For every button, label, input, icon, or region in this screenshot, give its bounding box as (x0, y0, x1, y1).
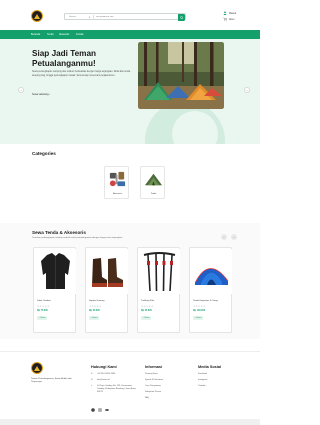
category-label: Tenda (150, 193, 157, 195)
products-next-button[interactable]: › (231, 234, 237, 240)
product-price: Rp 100.000 (193, 310, 206, 312)
social-link[interactable]: Instagram (198, 379, 207, 382)
accessories-icon (109, 171, 126, 187)
hero-next-arrow[interactable]: › (244, 87, 250, 93)
rating-stars: ★★★★★ (37, 305, 50, 308)
search-button[interactable] (178, 14, 185, 21)
info-link[interactable]: Syarat & Ketentuan (145, 379, 163, 382)
rating-stars: ★★★★★ (89, 305, 102, 308)
add-to-cart-button[interactable]: + Sewa (89, 316, 99, 320)
products-subtitle: Temukan perlengkapan outdoor terbaik unt… (32, 237, 123, 239)
product-card[interactable]: Jaket Outdoor ★★★★★ Rp 75.000 + Sewa (33, 247, 76, 333)
product-price: Rp 75.000 (37, 310, 48, 312)
footer-logo[interactable] (31, 362, 43, 374)
phone-icon: ✆ (91, 373, 93, 375)
contact-phone[interactable]: +62 812-3456-7890 (97, 373, 115, 376)
main-nav: Beranda Tenda Aksesoris Kontak (0, 30, 260, 39)
info-title: Informasi (145, 365, 163, 369)
jacket-image (35, 249, 76, 294)
brand-logo[interactable] (31, 10, 43, 22)
footer-bottom-bar (0, 419, 260, 425)
add-to-cart-button[interactable]: + Sewa (37, 316, 47, 320)
product-name: Sepatu Gunung (89, 300, 105, 302)
chevron-down-icon: ▾ (89, 15, 91, 19)
nav-item-home[interactable]: Beranda (31, 33, 40, 36)
hero-description: Sewa perlengkapan camping dan outdoor be… (32, 71, 131, 77)
product-name: Trekking Pole (141, 300, 155, 302)
search-category-select[interactable]: Semua (69, 16, 76, 18)
hero-title: Siap Jadi Teman Petualanganmu! (32, 49, 122, 68)
user-icon[interactable] (223, 11, 227, 15)
add-to-cart-button[interactable]: + Sewa (193, 316, 203, 320)
products-prev-button[interactable]: ‹ (221, 234, 227, 240)
nav-item-tents[interactable]: Tenda (47, 33, 54, 36)
categories-title: Categories (32, 151, 56, 156)
social-title: Media Sosial (198, 365, 222, 369)
hero-title-line: Siap Jadi Teman (32, 49, 97, 58)
info-link[interactable]: Kebijakan Privasi (145, 391, 161, 394)
contact-email[interactable]: info@sewa.id (97, 379, 110, 382)
youtube-icon[interactable] (105, 408, 109, 412)
social-link[interactable]: Facebook (198, 373, 207, 376)
products-title: Sewa Tenda & Aksesoris (32, 230, 86, 235)
tent-image (191, 249, 232, 294)
product-price: Rp 25.000 (141, 310, 152, 312)
contact-title: Hubungi Kami (91, 365, 117, 369)
hero-title-line: Petualanganmu! (32, 58, 96, 68)
category-card-tents[interactable]: Tenda (140, 166, 165, 199)
hero-campsite-image (138, 42, 224, 109)
info-link[interactable]: Tentang Kami (145, 373, 158, 376)
contact-address: Jl. Raya Ciwidey No. 123, Kecamatan Ciwi… (97, 385, 136, 394)
trekking-poles-image (139, 249, 180, 294)
product-card[interactable]: Sepatu Gunung ★★★★★ Rp 50.000 + Sewa (85, 247, 128, 333)
search-icon (179, 15, 184, 19)
product-card[interactable]: Tenda Kapasitas 4 Orang ★★★★★ Rp 100.000… (189, 247, 232, 333)
product-name: Jaket Outdoor (37, 300, 51, 302)
info-link[interactable]: FAQ (145, 397, 149, 400)
hero-cta-link[interactable]: Sewa sekarang › (32, 93, 50, 96)
login-link[interactable]: Masuk (229, 12, 236, 15)
mail-icon: ✉ (91, 379, 93, 381)
rating-stars: ★★★★★ (141, 305, 154, 308)
category-label: Aksesoris (112, 193, 122, 195)
hiking-boots-image (87, 249, 128, 294)
product-card[interactable]: Trekking Pole ★★★★★ Rp 25.000 + Sewa (137, 247, 180, 333)
search-bar: Semua ▾ (64, 13, 186, 21)
search-divider (93, 15, 94, 20)
nav-item-contact[interactable]: Kontak (76, 33, 83, 36)
instagram-icon[interactable] (98, 408, 102, 412)
facebook-icon[interactable] (91, 408, 95, 412)
account-link[interactable]: Akun (229, 18, 234, 21)
hero-prev-arrow[interactable]: ‹ (18, 87, 24, 93)
category-card-accessories[interactable]: Aksesoris (104, 166, 129, 199)
add-to-cart-button[interactable]: + Sewa (141, 316, 151, 320)
rating-stars: ★★★★★ (193, 305, 206, 308)
site-header: Semua ▾ Masuk Akun (0, 0, 260, 30)
search-input[interactable] (96, 14, 176, 21)
footer-tagline: Teman Petualanganmu, Sewa Mudah dan Terp… (31, 378, 72, 384)
info-link[interactable]: Cara Penyewaan (145, 385, 161, 388)
cart-icon[interactable] (223, 17, 227, 21)
location-icon: ⌖ (91, 385, 93, 387)
nav-item-accessories[interactable]: Aksesoris (59, 33, 69, 36)
social-link[interactable]: Youtube (198, 385, 206, 388)
product-name: Tenda Kapasitas 4 Orang (193, 300, 218, 302)
product-price: Rp 50.000 (89, 310, 100, 312)
tent-icon (144, 173, 163, 186)
